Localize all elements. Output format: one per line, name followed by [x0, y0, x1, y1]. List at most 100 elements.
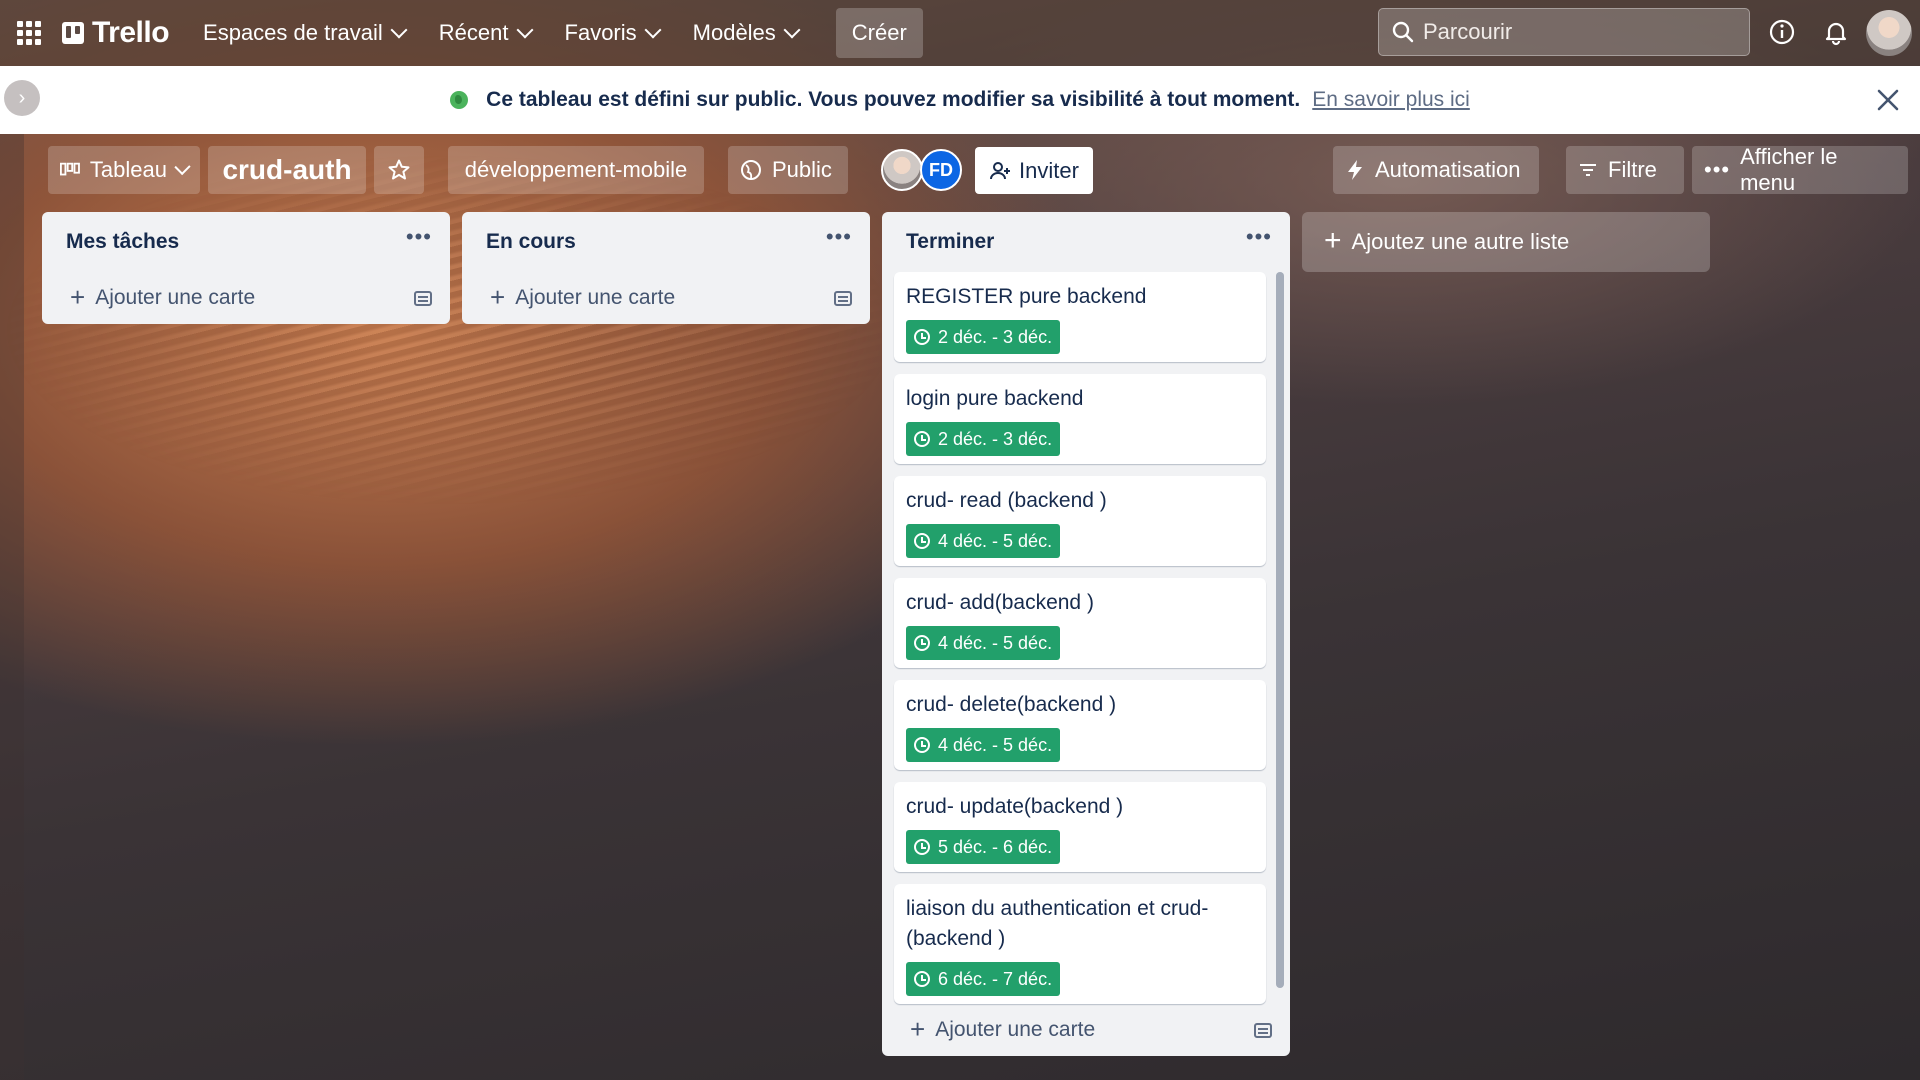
member-avatar-initials[interactable]: FD — [920, 149, 962, 191]
workspace-label: développement-mobile — [464, 157, 688, 182]
member-avatar[interactable] — [881, 149, 923, 191]
add-card-row: + Ajouter une carte — [42, 272, 450, 324]
card-title: crud- add(backend ) — [906, 591, 1094, 614]
filter-icon — [1580, 164, 1596, 176]
plus-icon: + — [490, 281, 506, 312]
search-input[interactable]: Parcourir — [1378, 8, 1750, 56]
add-list-label: Ajoutez une autre liste — [1351, 229, 1570, 254]
ellipsis-icon: ••• — [1704, 157, 1731, 182]
visibility-button[interactable]: Public — [728, 146, 848, 194]
due-date-badge[interactable]: 6 déc. - 7 déc. — [906, 962, 1061, 996]
list-title[interactable]: Terminer — [906, 230, 994, 254]
automation-button[interactable]: Automatisation — [1333, 146, 1539, 194]
card[interactable]: crud- update(backend ) 5 déc. - 6 déc. — [894, 782, 1266, 872]
card[interactable]: login pure backend 2 déc. - 3 déc. — [894, 374, 1266, 464]
due-date-label: 5 déc. - 6 déc. — [938, 836, 1053, 857]
due-date-label: 2 déc. - 3 déc. — [938, 428, 1053, 449]
add-card-label: Ajouter une carte — [95, 286, 256, 309]
trello-board-icon — [62, 22, 84, 44]
banner-learn-more-link[interactable]: En savoir plus ici — [1312, 88, 1470, 112]
add-list-button[interactable]: + Ajoutez une autre liste — [1302, 212, 1710, 272]
card-template-icon[interactable] — [1254, 1022, 1272, 1038]
invite-button[interactable]: Inviter — [975, 147, 1093, 194]
list-mes-taches: Mes tâches ••• + Ajouter une carte — [42, 212, 450, 324]
list-scrollbar[interactable] — [1276, 272, 1284, 988]
app-switcher-icon[interactable] — [14, 18, 44, 48]
list-en-cours: En cours ••• + Ajouter une carte — [462, 212, 870, 324]
collapsed-sidebar — [0, 134, 24, 1080]
banner-message: Ce tableau est défini sur public. Vous p… — [486, 88, 1301, 111]
plus-icon: + — [910, 1013, 926, 1044]
star-board-button[interactable] — [374, 146, 424, 194]
due-date-badge[interactable]: 4 déc. - 5 déc. — [906, 626, 1061, 660]
menu-starred[interactable]: Favoris — [551, 11, 673, 55]
main-menu: Espaces de travail Récent Favoris Modèle… — [189, 8, 923, 58]
clock-icon — [914, 431, 930, 447]
list-title[interactable]: En cours — [486, 230, 576, 254]
list-header: En cours ••• — [462, 212, 870, 272]
filter-label: Filtre — [1608, 157, 1657, 182]
invite-label: Inviter — [1019, 157, 1079, 183]
notifications-bell-icon[interactable] — [1822, 18, 1850, 46]
create-button[interactable]: Créer — [835, 8, 923, 58]
due-date-badge[interactable]: 2 déc. - 3 déc. — [906, 320, 1061, 354]
due-date-badge[interactable]: 4 déc. - 5 déc. — [906, 524, 1061, 558]
due-date-badge[interactable]: 4 déc. - 5 déc. — [906, 728, 1061, 762]
information-icon[interactable] — [1768, 18, 1796, 46]
card-title: liaison du authentication et crud-(backe… — [906, 897, 1209, 950]
trello-logo[interactable]: Trello — [62, 16, 170, 50]
card-title: login pure backend — [906, 387, 1084, 410]
list-title[interactable]: Mes tâches — [66, 230, 179, 254]
plus-icon: + — [1324, 223, 1342, 257]
card[interactable]: REGISTER pure backend 2 déc. - 3 déc. — [894, 272, 1266, 362]
card-template-icon[interactable] — [414, 290, 432, 306]
search-icon — [1392, 21, 1414, 43]
add-card-label: Ajouter une carte — [935, 1018, 1096, 1041]
add-card-button[interactable]: + Ajouter une carte — [910, 1013, 1096, 1044]
due-date-label: 6 déc. - 7 déc. — [938, 968, 1053, 989]
card[interactable]: liaison du authentication et crud-(backe… — [894, 884, 1266, 1004]
list-header: Terminer ••• — [882, 212, 1290, 272]
card[interactable]: crud- delete(backend ) 4 déc. - 5 déc. — [894, 680, 1266, 770]
list-actions-icon[interactable]: ••• — [1246, 224, 1272, 250]
expand-sidebar-chevron-icon[interactable]: › — [4, 80, 40, 116]
board-view-icon — [60, 162, 80, 176]
view-label: Tableau — [89, 157, 167, 182]
clock-icon — [914, 971, 930, 987]
due-date-label: 4 déc. - 5 déc. — [938, 632, 1053, 653]
close-icon[interactable] — [1874, 86, 1902, 114]
list-terminer: Terminer ••• REGISTER pure backend 2 déc… — [882, 212, 1290, 1056]
filter-button[interactable]: Filtre — [1566, 146, 1684, 194]
visibility-label: Public — [772, 157, 832, 182]
account-avatar[interactable] — [1866, 10, 1912, 56]
menu-templates[interactable]: Modèles — [679, 11, 812, 55]
menu-workspaces[interactable]: Espaces de travail — [189, 11, 419, 55]
card-title: crud- update(backend ) — [906, 795, 1124, 818]
board-title-button[interactable]: crud-auth — [208, 146, 366, 194]
show-menu-button[interactable]: ••• Afficher le menu — [1692, 144, 1908, 195]
card[interactable]: crud- read (backend ) 4 déc. - 5 déc. — [894, 476, 1266, 566]
add-card-button[interactable]: + Ajouter une carte — [70, 284, 256, 310]
view-switcher-button[interactable]: Tableau — [48, 146, 200, 194]
due-date-label: 4 déc. - 5 déc. — [938, 734, 1053, 755]
menu-templates-label: Modèles — [692, 20, 776, 45]
due-date-label: 4 déc. - 5 déc. — [938, 530, 1053, 551]
menu-workspaces-label: Espaces de travail — [203, 20, 383, 45]
card-list: REGISTER pure backend 2 déc. - 3 déc. lo… — [882, 272, 1290, 1004]
card-template-icon[interactable] — [834, 290, 852, 306]
add-card-button[interactable]: + Ajouter une carte — [490, 281, 675, 312]
menu-recent[interactable]: Récent — [425, 11, 545, 55]
list-actions-icon[interactable]: ••• — [826, 224, 852, 250]
card[interactable]: crud- add(backend ) 4 déc. - 5 déc. — [894, 578, 1266, 668]
chevron-down-icon — [390, 21, 408, 39]
card-title: crud- delete(backend ) — [906, 693, 1117, 716]
due-date-badge[interactable]: 2 déc. - 3 déc. — [906, 422, 1061, 456]
show-menu-label: Afficher le menu — [1740, 144, 1838, 195]
chevron-down-icon — [644, 21, 662, 39]
list-actions-icon[interactable]: ••• — [406, 224, 432, 250]
list-header: Mes tâches ••• — [42, 212, 450, 272]
due-date-badge[interactable]: 5 déc. - 6 déc. — [906, 830, 1061, 864]
workspace-button[interactable]: développement-mobile — [448, 146, 704, 194]
menu-starred-label: Favoris — [564, 20, 637, 45]
star-icon — [388, 159, 410, 180]
